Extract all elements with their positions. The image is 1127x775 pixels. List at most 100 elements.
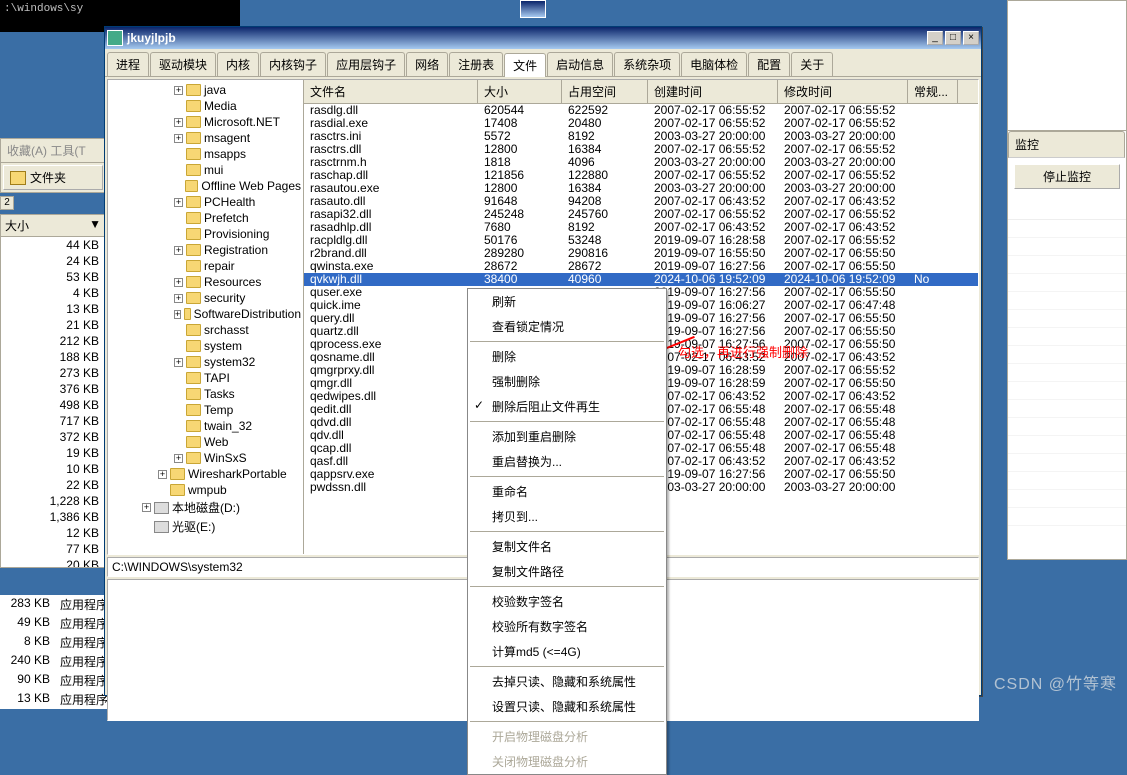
minimize-button[interactable]: _ (927, 31, 943, 45)
tab-1[interactable]: 驱动模块 (150, 52, 216, 76)
tree-item[interactable]: Offline Web Pages (110, 178, 301, 194)
tree-item[interactable]: +SoftwareDistribution (110, 306, 301, 322)
file-row[interactable]: rasctrs.ini557281922003-03-27 20:00:0020… (304, 130, 978, 143)
size-row[interactable]: 376 KB (1, 381, 105, 397)
size-row[interactable]: 20 KB (1, 557, 105, 567)
tab-10[interactable]: 电脑体检 (681, 52, 747, 76)
tree-item[interactable]: 光驱(E:) (110, 517, 301, 536)
size-row[interactable]: 77 KB (1, 541, 105, 557)
menu-item[interactable]: 校验数字签名 (468, 589, 666, 614)
menu-item[interactable]: 复制文件名 (468, 534, 666, 559)
tab-5[interactable]: 网络 (406, 52, 448, 76)
tab-12[interactable]: 关于 (791, 52, 833, 76)
tab-7[interactable]: 文件 (504, 53, 546, 77)
menu-item[interactable]: 去掉只读、隐藏和系统属性 (468, 669, 666, 694)
tree-item[interactable]: +本地磁盘(D:) (110, 498, 301, 517)
size-row[interactable]: 13 KB (1, 301, 105, 317)
size-row[interactable]: 12 KB (1, 525, 105, 541)
tree-item[interactable]: Provisioning (110, 226, 301, 242)
tree-item[interactable]: +Resources (110, 274, 301, 290)
tree-item[interactable]: +PCHealth (110, 194, 301, 210)
file-row[interactable]: rasdial.exe17408204802007-02-17 06:55:52… (304, 117, 978, 130)
menu-item[interactable]: 计算md5 (<=4G) (468, 639, 666, 664)
size-row[interactable]: 21 KB (1, 317, 105, 333)
size-row[interactable]: 22 KB (1, 477, 105, 493)
col-mtime[interactable]: 修改时间 (778, 80, 908, 103)
expand-icon[interactable]: + (174, 86, 183, 95)
tree-item[interactable]: twain_32 (110, 418, 301, 434)
expand-icon[interactable]: + (174, 118, 183, 127)
expand-icon[interactable]: + (142, 503, 151, 512)
size-row[interactable]: 212 KB (1, 333, 105, 349)
tree-item[interactable]: system (110, 338, 301, 354)
size-row[interactable]: 19 KB (1, 445, 105, 461)
size-row[interactable]: 188 KB (1, 349, 105, 365)
expand-icon[interactable]: + (158, 470, 167, 479)
menu-item[interactable]: 校验所有数字签名 (468, 614, 666, 639)
tree-item[interactable]: srchasst (110, 322, 301, 338)
tab-0[interactable]: 进程 (107, 52, 149, 76)
tree-item[interactable]: wmpub (110, 482, 301, 498)
file-row[interactable]: rasapi32.dll2452482457602007-02-17 06:55… (304, 208, 978, 221)
col-norm[interactable]: 常规... (908, 80, 958, 103)
expand-icon[interactable]: + (174, 454, 183, 463)
file-row[interactable]: r2brand.dll2892802908162019-09-07 16:55:… (304, 247, 978, 260)
menu-item[interactable]: 拷贝到... (468, 504, 666, 529)
tree-item[interactable]: Web (110, 434, 301, 450)
menu-item[interactable]: 强制删除 (468, 369, 666, 394)
close-button[interactable]: × (963, 31, 979, 45)
col-size[interactable]: 大小 (478, 80, 562, 103)
menu-item[interactable]: 重启替换为... (468, 449, 666, 474)
size-row[interactable]: 4 KB (1, 285, 105, 301)
tab-4[interactable]: 应用层钩子 (327, 52, 405, 76)
size-row[interactable]: 44 KB (1, 237, 105, 253)
tab-8[interactable]: 启动信息 (547, 52, 613, 76)
tree-item[interactable]: mui (110, 162, 301, 178)
context-menu[interactable]: 刷新查看锁定情况删除强制删除删除后阻止文件再生添加到重启删除重启替换为...重命… (467, 288, 667, 775)
size-row[interactable]: 273 KB (1, 365, 105, 381)
size-row[interactable]: 498 KB (1, 397, 105, 413)
file-row[interactable]: rasauto.dll91648942082007-02-17 06:43:52… (304, 195, 978, 208)
tree-item[interactable]: TAPI (110, 370, 301, 386)
tree-item[interactable]: +WiresharkPortable (110, 466, 301, 482)
expand-icon[interactable]: + (174, 310, 181, 319)
col-used[interactable]: 占用空间 (562, 80, 648, 103)
expand-icon[interactable]: + (174, 198, 183, 207)
titlebar[interactable]: jkuyjlpjb _ □ × (105, 27, 981, 49)
folders-button[interactable]: 文件夹 (3, 165, 103, 190)
file-row[interactable]: raschap.dll1218561228802007-02-17 06:55:… (304, 169, 978, 182)
tab-9[interactable]: 系统杂项 (614, 52, 680, 76)
col-ctime[interactable]: 创建时间 (648, 80, 778, 103)
tree-item[interactable]: +WinSxS (110, 450, 301, 466)
tab-11[interactable]: 配置 (748, 52, 790, 76)
size-row[interactable]: 1,228 KB (1, 493, 105, 509)
size-row[interactable]: 24 KB (1, 253, 105, 269)
size-header[interactable]: 大小▼ (1, 215, 105, 237)
tree-item[interactable]: Media (110, 98, 301, 114)
tree-item[interactable]: repair (110, 258, 301, 274)
menu-item[interactable]: 删除后阻止文件再生 (468, 394, 666, 419)
right-tab[interactable]: 监控 (1008, 131, 1125, 158)
file-row[interactable]: qvkwjh.dll38400409602024-10-06 19:52:092… (304, 273, 978, 286)
size-row[interactable]: 372 KB (1, 429, 105, 445)
expand-icon[interactable]: + (174, 246, 183, 255)
maximize-button[interactable]: □ (945, 31, 961, 45)
stop-monitor-button[interactable]: 停止监控 (1014, 164, 1120, 189)
tree-item[interactable]: +Microsoft.NET (110, 114, 301, 130)
tree-item[interactable]: +security (110, 290, 301, 306)
tree-item[interactable]: Temp (110, 402, 301, 418)
size-row[interactable]: 1,386 KB (1, 509, 105, 525)
menu-item[interactable]: 添加到重启删除 (468, 424, 666, 449)
expand-icon[interactable]: + (174, 294, 183, 303)
tree-item[interactable]: +msagent (110, 130, 301, 146)
file-row[interactable]: rasautou.exe12800163842003-03-27 20:00:0… (304, 182, 978, 195)
col-name[interactable]: 文件名 (304, 80, 478, 103)
tree-item[interactable]: +Registration (110, 242, 301, 258)
tab-6[interactable]: 注册表 (449, 52, 503, 76)
file-row[interactable]: racpldlg.dll50176532482019-09-07 16:28:5… (304, 234, 978, 247)
tree-item[interactable]: +java (110, 82, 301, 98)
file-row[interactable]: rasctrnm.h181840962003-03-27 20:00:00200… (304, 156, 978, 169)
file-row[interactable]: rasctrs.dll12800163842007-02-17 06:55:52… (304, 143, 978, 156)
file-row[interactable]: qwinsta.exe28672286722019-09-07 16:27:56… (304, 260, 978, 273)
menu-item[interactable]: 重命名 (468, 479, 666, 504)
